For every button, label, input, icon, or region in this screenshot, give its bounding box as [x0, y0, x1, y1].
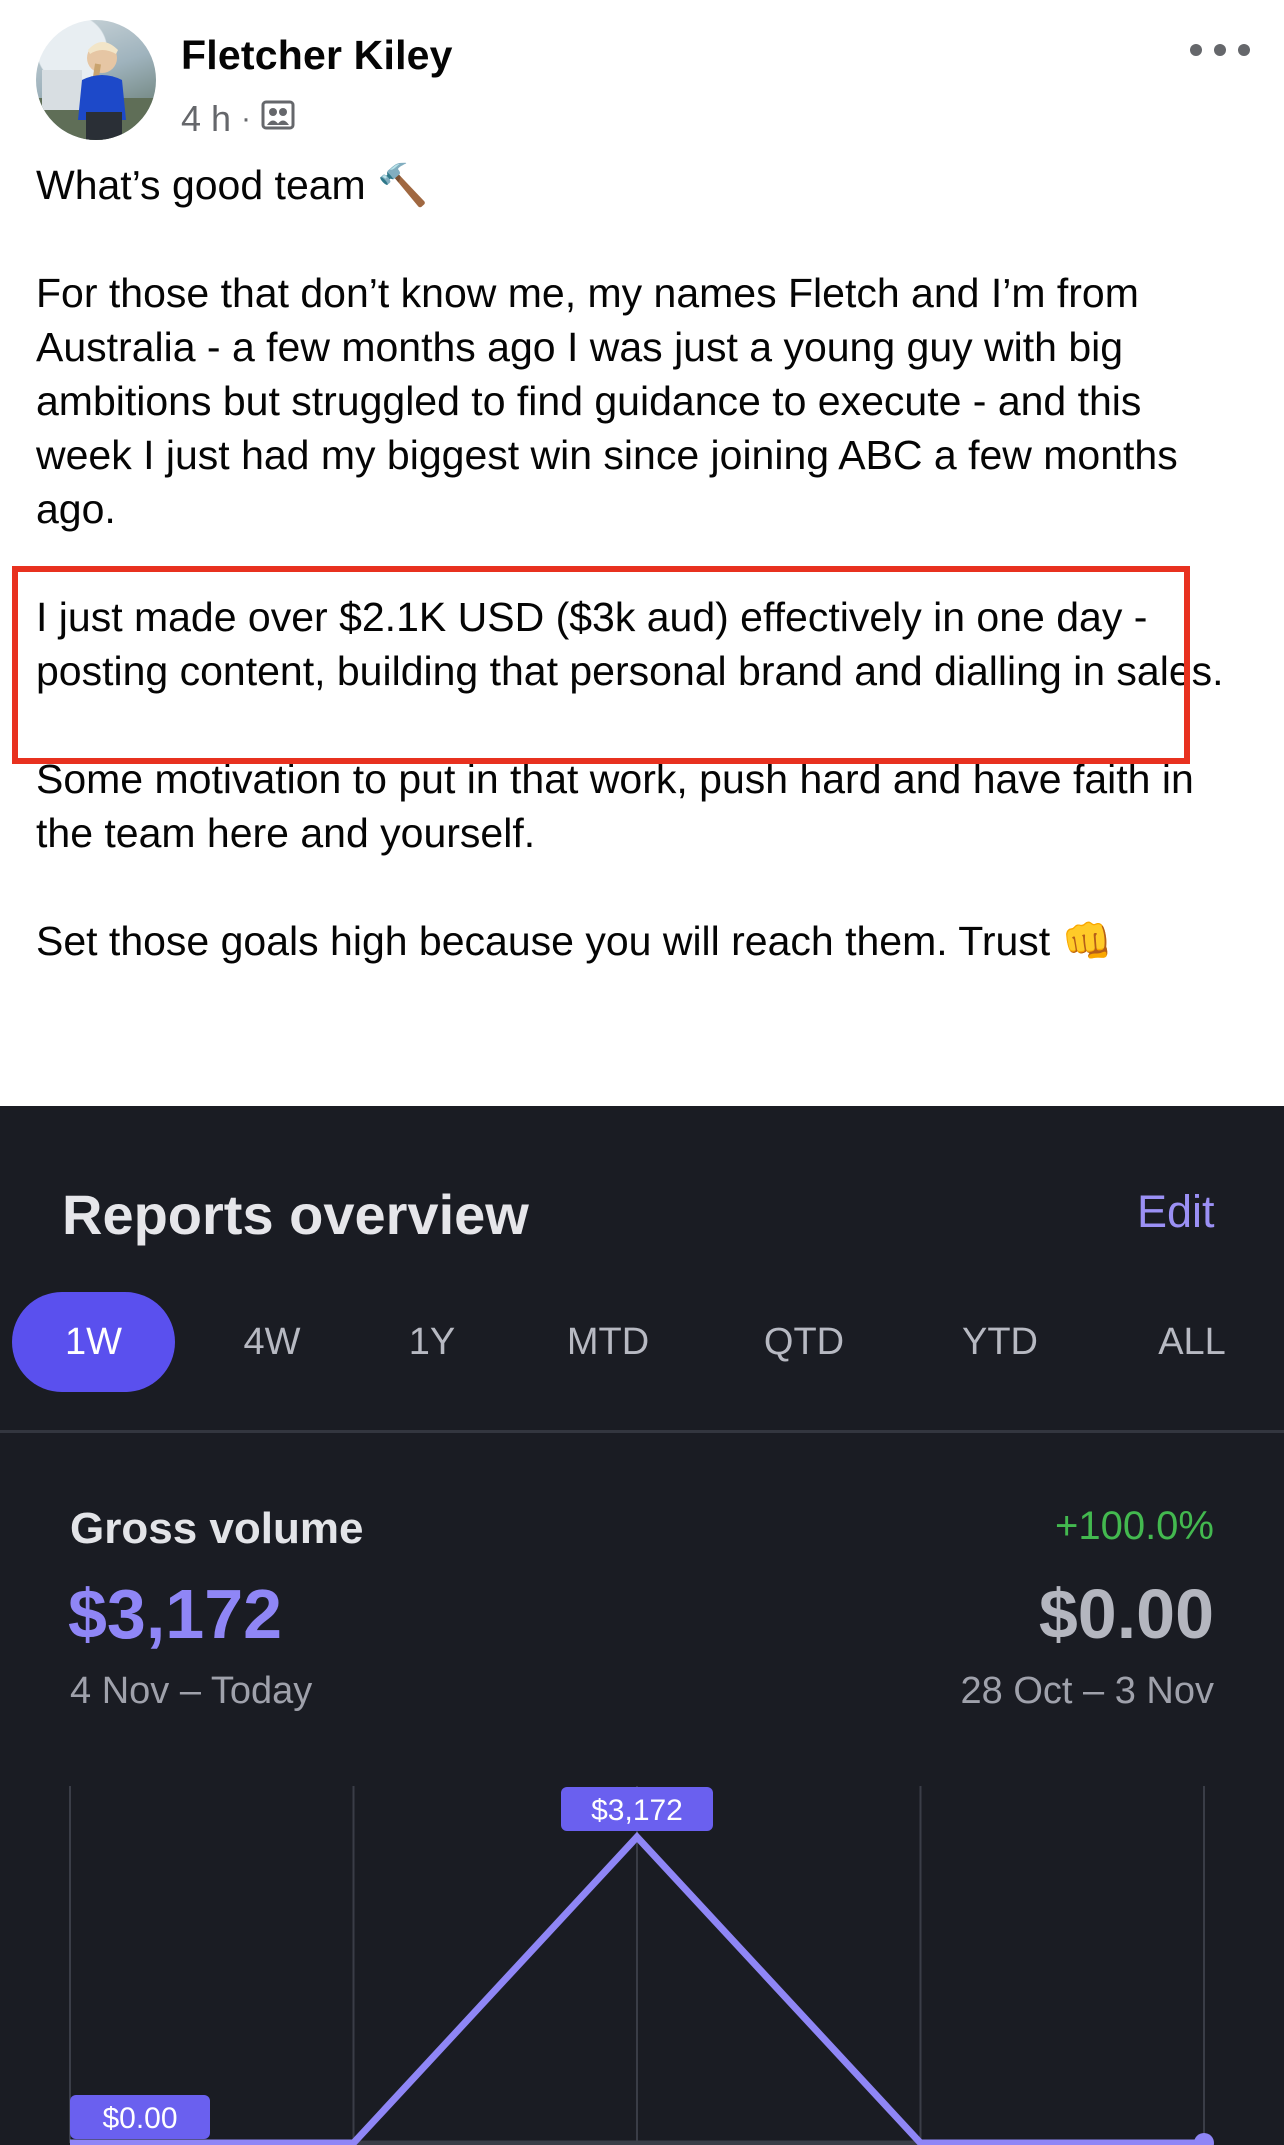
author-avatar[interactable] — [36, 20, 156, 140]
tab-1y[interactable]: 1Y — [362, 1292, 502, 1392]
gross-volume-range: 4 Nov – Today — [70, 1670, 313, 1712]
tab-4w[interactable]: 4W — [202, 1292, 342, 1392]
period-tabs: 1W 4W 1Y MTD QTD YTD ALL — [12, 1292, 1272, 1392]
gross-volume-change: +100.0% — [1054, 1504, 1214, 1548]
author-name[interactable]: Fletcher Kiley — [181, 32, 453, 79]
tab-all[interactable]: ALL — [1112, 1292, 1272, 1392]
post-time[interactable]: 4 h — [181, 98, 231, 140]
start-data-label: $0.00 — [102, 2102, 177, 2135]
previous-period-range: 28 Oct – 3 Nov — [960, 1670, 1214, 1712]
red-highlight-box — [12, 566, 1190, 764]
meta-separator: · — [241, 102, 252, 135]
more-options-icon[interactable] — [1190, 30, 1250, 70]
post-meta: 4 h · — [181, 96, 295, 142]
reports-overview-screenshot: Reports overview Edit 1W 4W 1Y MTD QTD Y… — [0, 1106, 1284, 2145]
tab-qtd[interactable]: QTD — [724, 1292, 884, 1392]
chart-end-point — [1194, 2133, 1214, 2145]
tab-1w[interactable]: 1W — [12, 1292, 175, 1392]
post-paragraph: Some motivation to put in that work, pus… — [36, 756, 1194, 856]
post-body: What’s good team 🔨 For those that don’t … — [36, 158, 1236, 968]
tab-ytd[interactable]: YTD — [920, 1292, 1080, 1392]
group-audience-icon — [261, 98, 295, 141]
peak-data-label: $3,172 — [591, 1794, 683, 1827]
post-paragraph: What’s good team 🔨 — [36, 162, 429, 208]
gross-volume-value: $3,172 — [68, 1575, 283, 1653]
facebook-post: Fletcher Kiley 4 h · What’s good team 🔨 … — [0, 0, 1284, 1106]
tabs-divider — [0, 1430, 1284, 1433]
gross-volume-line-chart: $3,172 $0.00 — [69, 1786, 1214, 2145]
post-paragraph: Set those goals high because you will re… — [36, 918, 1113, 964]
gross-volume-label: Gross volume — [70, 1504, 364, 1553]
avatar-photo-icon — [36, 42, 156, 140]
previous-period-value: $0.00 — [1038, 1575, 1214, 1653]
tab-mtd[interactable]: MTD — [528, 1292, 688, 1392]
edit-button[interactable]: Edit — [1137, 1186, 1215, 1238]
reports-title: Reports overview — [62, 1183, 529, 1246]
post-paragraph: For those that don’t know me, my names F… — [36, 270, 1178, 532]
